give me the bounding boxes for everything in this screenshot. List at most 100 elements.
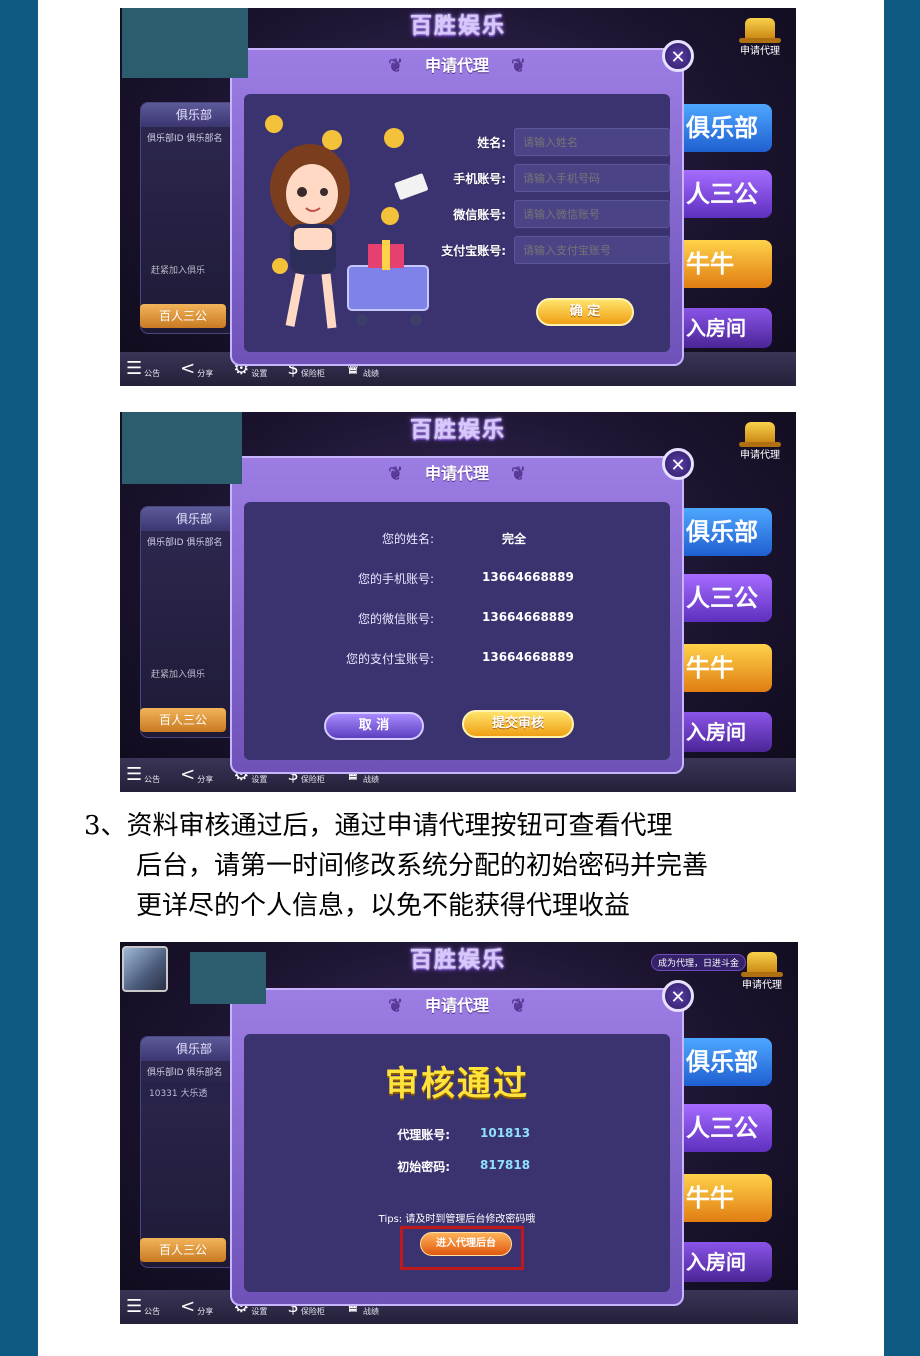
apply-agent-shortcut[interactable]: 申请代理 [732, 422, 788, 461]
step-note-line-3: 更详尽的个人信息，以免不能获得代理收益 [136, 891, 631, 921]
apply-agent-shortcut-label: 申请代理 [740, 450, 780, 461]
safe-label: 保险柜 [300, 369, 325, 378]
settings-label: 设置 [251, 369, 268, 378]
name-input[interactable] [514, 128, 670, 156]
avatar[interactable] [122, 946, 168, 992]
share-icon: < [180, 358, 196, 379]
settings-label: 设置 [251, 775, 268, 784]
club-empty-text: 赶紧加入俱乐 [151, 670, 206, 680]
share-button[interactable]: < 分享 [180, 359, 213, 379]
phone-label: 您的手机账号: [357, 572, 434, 586]
baijia-sangong-button[interactable]: 百人三公 [140, 708, 226, 732]
submit-review-button[interactable]: 提交审核 [462, 710, 574, 738]
confirm-button[interactable]: 确 定 [536, 298, 634, 326]
game-logo: 百胜娱乐 [409, 948, 506, 973]
niuniu-button[interactable]: 牛牛 [672, 644, 772, 692]
announcement-label: 公告 [144, 369, 161, 378]
apply-agent-dialog: 申请代理 ✕ 姓名: 手 [230, 40, 694, 366]
share-icon: < [180, 764, 196, 785]
settings-label: 设置 [251, 1307, 268, 1316]
club-button[interactable]: 俱乐部 [672, 1038, 772, 1086]
tips-text: Tips: 请及时到管理后台修改密码哦 [378, 1214, 536, 1225]
playing-card-icon [394, 173, 428, 200]
niuniu-button[interactable]: 牛牛 [672, 1174, 772, 1222]
coin-icon [265, 115, 283, 133]
name-value: 完全 [502, 532, 527, 546]
wechat-field-row: 微信账号: [432, 200, 670, 228]
dialog-body: 您的姓名: 完全 您的手机账号: 13664668889 您的微信账号: 136… [244, 502, 670, 760]
apply-agent-shortcut[interactable]: 申请代理 [734, 952, 790, 991]
approval-status: 审核通过 [385, 1064, 529, 1104]
baijia-sangong-button[interactable]: 百人三公 [140, 304, 226, 328]
close-icon[interactable]: ✕ [662, 980, 694, 1012]
step-note-line-2: 后台，请第一时间修改系统分配的初始密码并完善 [136, 851, 709, 881]
announcement-icon: ☰ [126, 764, 143, 785]
sangong-button[interactable]: 人三公 [672, 1104, 772, 1152]
game-logo: 百胜娱乐 [409, 418, 506, 443]
coin-icon [384, 128, 404, 148]
records-label: 战绩 [362, 369, 379, 378]
share-button[interactable]: < 分享 [180, 1297, 213, 1317]
sangong-button[interactable]: 人三公 [672, 574, 772, 622]
phone-field-row: 手机账号: [432, 164, 670, 192]
safe-label: 保险柜 [300, 775, 325, 784]
close-icon[interactable]: ✕ [662, 448, 694, 480]
phone-label: 手机账号: [453, 171, 506, 186]
alipay-label: 您的支付宝账号: [345, 652, 434, 666]
join-room-button[interactable]: 入房间 [672, 712, 772, 752]
alipay-label: 支付宝账号: [441, 243, 506, 258]
dialog-title: 申请代理 [352, 454, 562, 494]
phone-input[interactable] [514, 164, 670, 192]
promo-badge: 成为代理，日进斗金 [650, 954, 746, 971]
join-room-button[interactable]: 入房间 [672, 1242, 772, 1282]
game-logo: 百胜娱乐 [409, 14, 506, 39]
alipay-value: 13664668889 [482, 650, 574, 664]
alipay-input[interactable] [514, 236, 670, 264]
highlight-box [400, 1226, 524, 1270]
niuniu-button[interactable]: 牛牛 [672, 240, 772, 288]
share-label: 分享 [197, 775, 214, 784]
baijia-sangong-button[interactable]: 百人三公 [140, 1238, 226, 1262]
share-label: 分享 [197, 1307, 214, 1316]
wechat-input[interactable] [514, 200, 670, 228]
agent-account-value: 101813 [480, 1126, 531, 1140]
club-empty-text: 赶紧加入俱乐 [151, 266, 206, 276]
close-icon[interactable]: ✕ [662, 40, 694, 72]
crown-hat-icon [739, 422, 781, 447]
redaction-block [122, 8, 248, 78]
club-button[interactable]: 俱乐部 [672, 104, 772, 152]
share-label: 分享 [197, 369, 214, 378]
announcement-label: 公告 [144, 775, 161, 784]
alipay-field-row: 支付宝账号: [432, 236, 670, 264]
sangong-button[interactable]: 人三公 [672, 170, 772, 218]
step-3-instructions: 3、资料审核通过后，通过申请代理按钮可查看代理 后台，请第一时间修改系统分配的初… [84, 806, 844, 926]
dialog-title: 申请代理 [352, 986, 562, 1026]
confirm-agent-dialog: 申请代理 ✕ 您的姓名: 完全 您的手机账号: 13664668889 您的微信… [230, 448, 694, 774]
wechat-label: 微信账号: [453, 207, 506, 222]
dialog-title: 申请代理 [352, 46, 562, 86]
screenshot-apply-agent-form: 百胜娱乐 申请代理 俱乐部 俱乐部ID 俱乐部名 赶紧加入俱乐 百人三公 俱乐部… [120, 8, 796, 386]
share-button[interactable]: < 分享 [180, 765, 213, 785]
redaction-block [122, 412, 242, 484]
announcement-button[interactable]: ☰ 公告 [126, 1297, 160, 1317]
coin-icon [322, 130, 342, 150]
name-field-row: 姓名: [432, 128, 670, 156]
join-room-button[interactable]: 入房间 [672, 308, 772, 348]
apply-agent-shortcut[interactable]: 申请代理 [732, 18, 788, 57]
club-button[interactable]: 俱乐部 [672, 508, 772, 556]
redaction-block [190, 952, 266, 1004]
initial-password-label: 初始密码: [397, 1160, 450, 1174]
name-label: 姓名: [477, 135, 506, 150]
records-label: 战绩 [362, 1307, 379, 1316]
phone-value: 13664668889 [482, 570, 574, 584]
announcement-button[interactable]: ☰ 公告 [126, 765, 160, 785]
crown-hat-icon [739, 18, 781, 43]
announcement-icon: ☰ [126, 1296, 143, 1317]
cancel-button[interactable]: 取 消 [324, 712, 424, 740]
share-icon: < [180, 1296, 196, 1317]
announcement-icon: ☰ [126, 358, 143, 379]
screenshot-apply-agent-confirm: 百胜娱乐 申请代理 俱乐部 俱乐部ID 俱乐部名 赶紧加入俱乐 百人三公 俱乐部… [120, 412, 796, 792]
agent-account-label: 代理账号: [397, 1128, 450, 1142]
announcement-label: 公告 [144, 1307, 161, 1316]
announcement-button[interactable]: ☰ 公告 [126, 359, 160, 379]
